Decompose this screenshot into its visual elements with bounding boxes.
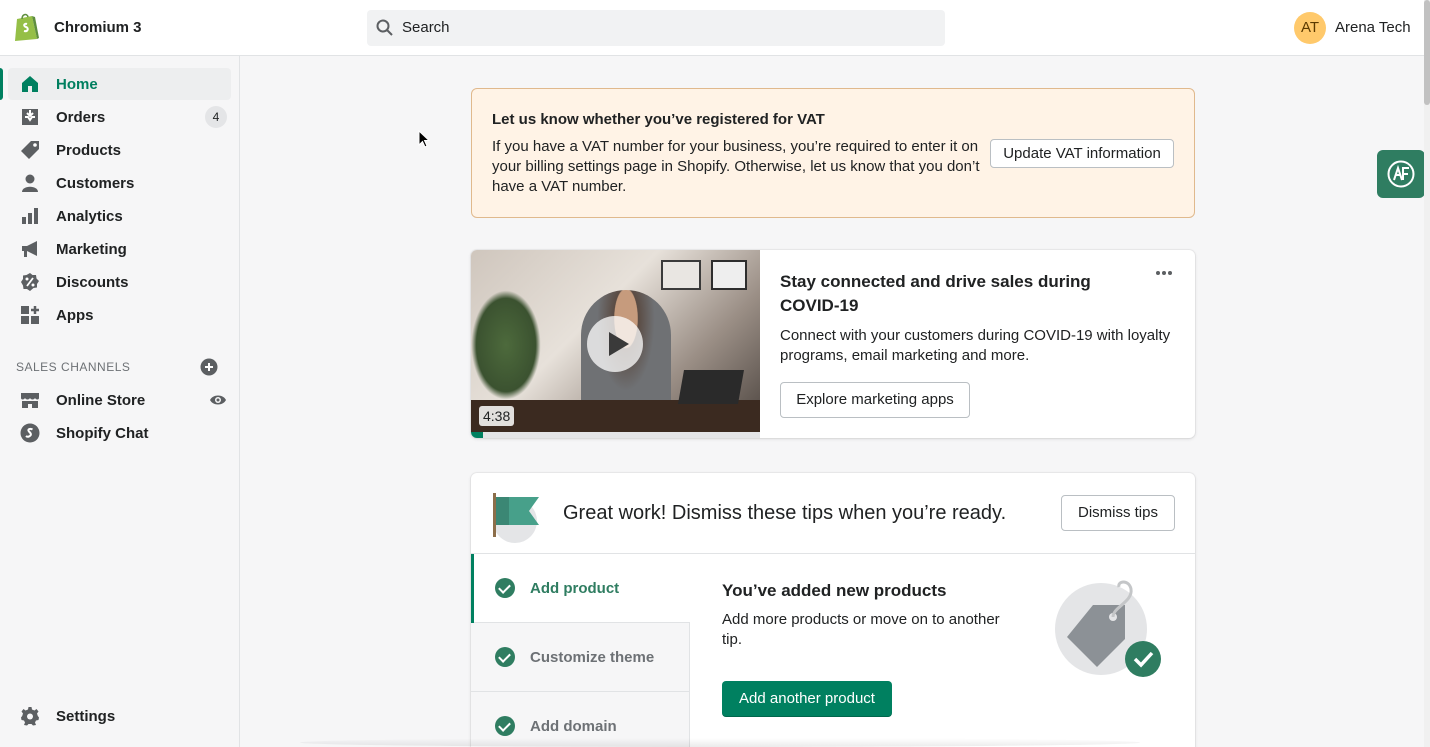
sidebar-item-settings[interactable]: Settings <box>8 700 231 732</box>
desk-image <box>471 400 760 432</box>
check-circle-icon <box>495 647 515 667</box>
sidebar-item-products[interactable]: Products <box>8 134 231 166</box>
sidebar-item-label: Online Store <box>56 392 146 409</box>
tab-customize-theme[interactable]: Customize theme <box>471 623 690 692</box>
video-progress-fill <box>471 432 483 438</box>
sidebar-item-customers[interactable]: Customers <box>8 167 231 199</box>
laptop-image <box>678 370 744 404</box>
sidebar-item-analytics[interactable]: Analytics <box>8 200 231 232</box>
video-duration: 4:38 <box>479 406 515 426</box>
check-circle-icon <box>495 716 515 736</box>
sidebar-item-label: Shopify Chat <box>56 425 149 442</box>
floating-app-button[interactable] <box>1377 150 1425 198</box>
person-icon <box>22 174 38 192</box>
scrollbar-thumb[interactable] <box>1424 0 1430 105</box>
covid-card-body: Connect with your customers during COVID… <box>780 327 1171 364</box>
bar-chart-icon <box>22 208 38 224</box>
sidebar-item-label: Settings <box>56 708 116 725</box>
vat-banner-body: If you have a VAT number for your busine… <box>492 138 980 195</box>
store-name[interactable]: Chromium 3 <box>54 19 142 36</box>
dismiss-tips-button[interactable]: Dismiss tips <box>1061 495 1175 531</box>
mouse-cursor-icon <box>418 130 430 148</box>
sidebar-item-discounts[interactable]: Discounts <box>8 266 231 298</box>
home-icon <box>22 76 38 92</box>
megaphone-icon <box>22 241 37 257</box>
tab-add-product[interactable]: Add product <box>471 554 690 623</box>
tag-icon <box>21 141 39 159</box>
sidebar-item-label: Home <box>56 76 98 93</box>
tab-label: Add product <box>530 580 620 597</box>
check-circle-icon <box>495 578 515 598</box>
sales-channels-heading: SALES CHANNELS <box>16 360 131 374</box>
tips-card: Great work! Dismiss these tips when you’… <box>471 473 1195 747</box>
discount-icon <box>21 273 39 291</box>
covid-marketing-card: 4:38 Stay connected and drive sales duri… <box>471 250 1195 438</box>
search-icon <box>376 19 393 36</box>
play-icon[interactable] <box>587 316 643 372</box>
sidebar-item-home[interactable]: Home <box>0 68 231 100</box>
plant-image <box>471 290 541 400</box>
more-actions-icon[interactable] <box>1155 264 1173 282</box>
wall-frame <box>711 260 747 290</box>
vat-banner: Let us know whether you’ve registered fo… <box>471 88 1195 218</box>
tips-title: Great work! Dismiss these tips when you’… <box>563 502 1007 524</box>
sidebar: Home Orders 4 Products Customers Analyti… <box>0 56 240 747</box>
sidebar-item-label: Orders <box>56 109 106 126</box>
bottom-fade <box>300 738 1140 747</box>
app-logo-icon <box>1387 160 1415 188</box>
sidebar-item-label: Marketing <box>56 241 127 258</box>
explore-marketing-apps-button[interactable]: Explore marketing apps <box>780 382 970 418</box>
tips-header: Great work! Dismiss these tips when you’… <box>471 473 1195 554</box>
sidebar-item-marketing[interactable]: Marketing <box>8 233 231 265</box>
gear-icon <box>21 707 39 726</box>
tip-content-title: You’ve added new products <box>722 581 947 600</box>
store-icon <box>21 393 39 408</box>
top-bar: Chromium 3 Search AT Arena Tech <box>0 0 1430 56</box>
product-tag-illustration <box>1055 580 1161 677</box>
wall-frame <box>661 260 701 290</box>
flag-icon <box>493 493 539 543</box>
search-placeholder: Search <box>402 19 450 36</box>
eye-icon[interactable] <box>209 391 227 409</box>
shopify-logo-icon[interactable] <box>14 12 40 42</box>
avatar[interactable]: AT <box>1294 12 1326 44</box>
add-sales-channel-icon[interactable] <box>200 358 218 376</box>
tab-label: Customize theme <box>530 649 655 666</box>
sidebar-item-online-store[interactable]: Online Store <box>8 384 231 416</box>
orders-icon <box>22 109 38 125</box>
sidebar-item-shopify-chat[interactable]: Shopify Chat <box>8 417 231 449</box>
sidebar-item-label: Apps <box>56 307 94 324</box>
sidebar-item-apps[interactable]: Apps <box>8 299 231 331</box>
sidebar-item-label: Discounts <box>56 274 129 291</box>
apps-icon <box>21 306 39 324</box>
sidebar-item-label: Customers <box>56 175 135 192</box>
sidebar-item-label: Analytics <box>56 208 123 225</box>
tab-label: Add domain <box>530 718 617 735</box>
orders-count-badge: 4 <box>205 106 227 128</box>
user-name[interactable]: Arena Tech <box>1335 19 1411 36</box>
video-thumbnail[interactable]: 4:38 <box>471 250 760 432</box>
sidebar-item-orders[interactable]: Orders 4 <box>8 101 231 133</box>
scrollbar[interactable] <box>1424 0 1430 747</box>
video-progress-bar[interactable] <box>471 432 760 438</box>
vat-banner-title: Let us know whether you’ve registered fo… <box>492 111 825 128</box>
shopify-chat-icon <box>20 423 40 443</box>
update-vat-button[interactable]: Update VAT information <box>990 139 1174 168</box>
tip-content-body: Add more products or move on to another … <box>722 611 1000 648</box>
covid-card-title: Stay connected and drive sales during CO… <box>780 272 1091 315</box>
search-input[interactable]: Search <box>367 10 945 46</box>
add-another-product-button[interactable]: Add another product <box>722 681 892 717</box>
sidebar-item-label: Products <box>56 142 122 159</box>
